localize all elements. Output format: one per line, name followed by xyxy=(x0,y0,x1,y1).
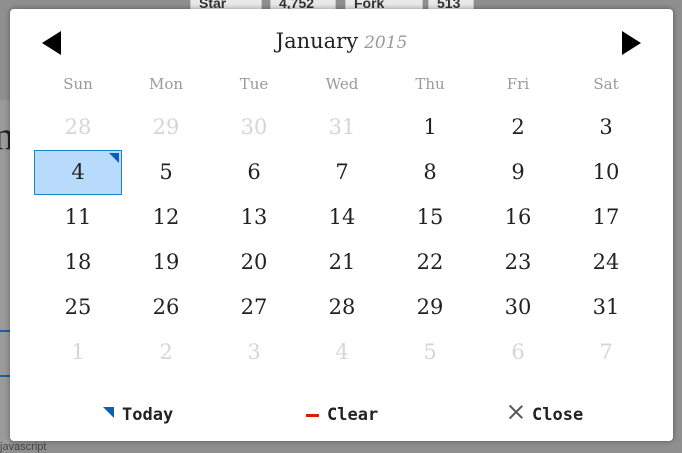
month-label: January xyxy=(275,29,359,53)
background-divider xyxy=(0,330,10,332)
calendar-day[interactable]: 15 xyxy=(386,195,474,240)
calendar-day[interactable]: 10 xyxy=(562,150,650,195)
calendar-day[interactable]: 5 xyxy=(122,150,210,195)
background-divider xyxy=(0,375,10,377)
calendar-day-outside[interactable]: 30 xyxy=(210,105,298,150)
calendar-day[interactable]: 30 xyxy=(474,285,562,330)
calendar-day[interactable]: 23 xyxy=(474,240,562,285)
calendar-day[interactable]: 26 xyxy=(122,285,210,330)
calendar-day[interactable]: 20 xyxy=(210,240,298,285)
calendar-day-outside[interactable]: 3 xyxy=(210,330,298,375)
calendar-week: 4 5 6 7 8 9 10 xyxy=(34,150,650,195)
calendar-week: 28 29 30 31 1 2 3 xyxy=(34,105,650,150)
weekday-header-row: Sun Mon Tue Wed Thu Fri Sat xyxy=(34,75,650,93)
calendar-day-selected[interactable]: 4 xyxy=(34,150,122,195)
selected-day-label: 4 xyxy=(71,160,85,184)
weekday-mon: Mon xyxy=(148,75,184,93)
close-icon xyxy=(508,404,524,420)
clear-label: Clear xyxy=(327,405,379,425)
month-year-header[interactable]: January 2015 xyxy=(10,29,673,53)
calendar-week: 11 12 13 14 15 16 17 xyxy=(34,195,650,240)
calendar-grid: 28 29 30 31 1 2 3 4 5 6 7 8 9 10 11 12 1… xyxy=(34,105,650,375)
calendar-day-outside[interactable]: 7 xyxy=(562,330,650,375)
background-text-fragment: javascript xyxy=(0,441,47,453)
calendar-day-outside[interactable]: 1 xyxy=(34,330,122,375)
calendar-week: 1 2 3 4 5 6 7 xyxy=(34,330,650,375)
calendar-day[interactable]: 14 xyxy=(298,195,386,240)
today-marker-icon xyxy=(109,153,119,163)
calendar-day-outside[interactable]: 29 xyxy=(122,105,210,150)
calendar-day[interactable]: 13 xyxy=(210,195,298,240)
picker-footer: Today Clear Close xyxy=(10,405,673,429)
year-label: 2015 xyxy=(364,33,408,53)
calendar-day-outside[interactable]: 6 xyxy=(474,330,562,375)
calendar-day[interactable]: 8 xyxy=(386,150,474,195)
calendar-day[interactable]: 7 xyxy=(298,150,386,195)
next-month-button[interactable] xyxy=(622,31,641,55)
close-label: Close xyxy=(532,405,584,425)
weekday-sun: Sun xyxy=(63,75,93,93)
calendar-day[interactable]: 22 xyxy=(386,240,474,285)
calendar-week: 25 26 27 28 29 30 31 xyxy=(34,285,650,330)
calendar-day[interactable]: 25 xyxy=(34,285,122,330)
calendar-week: 18 19 20 21 22 23 24 xyxy=(34,240,650,285)
calendar-day[interactable]: 6 xyxy=(210,150,298,195)
calendar-day[interactable]: 19 xyxy=(122,240,210,285)
calendar-day-outside[interactable]: 31 xyxy=(298,105,386,150)
calendar-day[interactable]: 1 xyxy=(386,105,474,150)
calendar-day[interactable]: 2 xyxy=(474,105,562,150)
today-label: Today xyxy=(122,405,174,425)
weekday-fri: Fri xyxy=(506,75,530,93)
calendar-day[interactable]: 28 xyxy=(298,285,386,330)
weekday-thu: Thu xyxy=(415,75,445,93)
calendar-day-outside[interactable]: 5 xyxy=(386,330,474,375)
calendar-day-outside[interactable]: 2 xyxy=(122,330,210,375)
calendar-day[interactable]: 29 xyxy=(386,285,474,330)
calendar-day[interactable]: 3 xyxy=(562,105,650,150)
calendar-day[interactable]: 24 xyxy=(562,240,650,285)
calendar-day[interactable]: 11 xyxy=(34,195,122,240)
calendar-day[interactable]: 31 xyxy=(562,285,650,330)
weekday-tue: Tue xyxy=(239,75,269,93)
calendar-day[interactable]: 16 xyxy=(474,195,562,240)
today-corner-icon xyxy=(103,406,114,418)
calendar-day[interactable]: 27 xyxy=(210,285,298,330)
calendar-day[interactable]: 17 xyxy=(562,195,650,240)
calendar-day-outside[interactable]: 28 xyxy=(34,105,122,150)
clear-button[interactable]: Clear xyxy=(306,405,378,425)
today-button[interactable]: Today xyxy=(103,405,173,425)
calendar-day-outside[interactable]: 4 xyxy=(298,330,386,375)
calendar-day[interactable]: 21 xyxy=(298,240,386,285)
minus-icon xyxy=(306,413,319,417)
calendar-day[interactable]: 18 xyxy=(34,240,122,285)
calendar-day[interactable]: 9 xyxy=(474,150,562,195)
date-picker-dialog: January 2015 Sun Mon Tue Wed Thu Fri Sat … xyxy=(10,9,673,441)
calendar-day[interactable]: 12 xyxy=(122,195,210,240)
weekday-sat: Sat xyxy=(593,75,619,93)
close-button[interactable]: Close xyxy=(508,405,583,425)
weekday-wed: Wed xyxy=(325,75,359,93)
